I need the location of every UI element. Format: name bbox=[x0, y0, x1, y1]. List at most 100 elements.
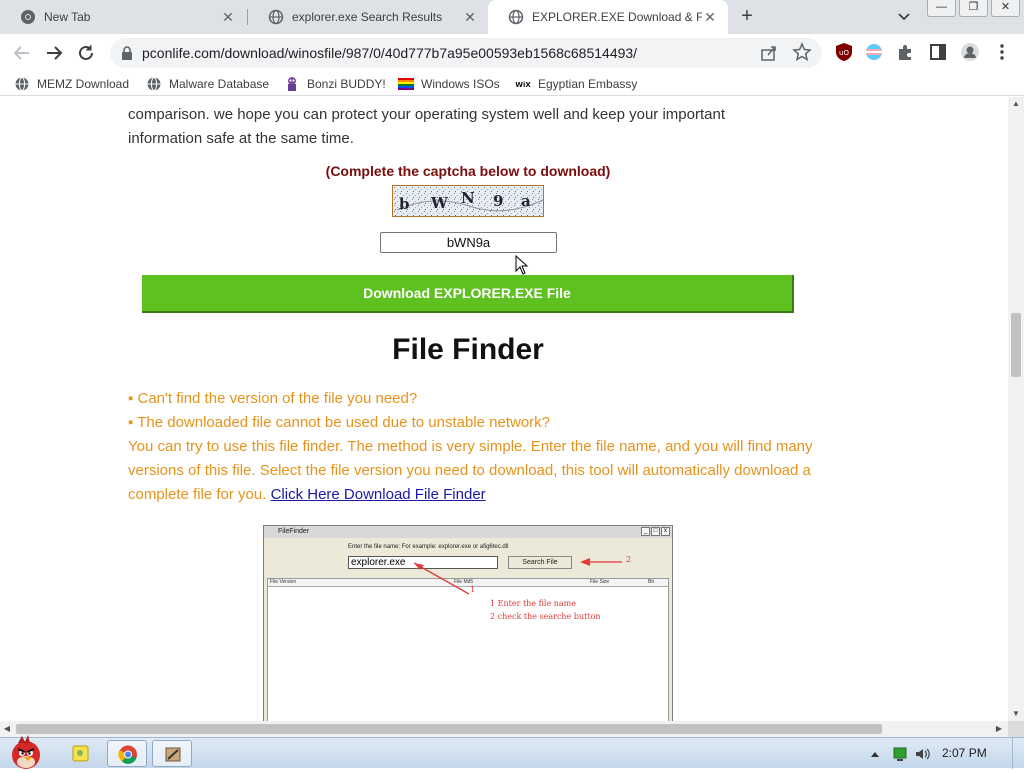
intro-paragraph: comparison. we hope you can protect your… bbox=[128, 103, 768, 151]
close-icon: x bbox=[661, 527, 670, 536]
annotation-step1: 1 Enter the file name bbox=[490, 599, 576, 608]
ublock-icon[interactable]: uO bbox=[834, 42, 854, 62]
bookmark-label: Egyptian Embassy bbox=[538, 77, 638, 91]
windows-flag-icon bbox=[398, 78, 414, 90]
file-finder-screenshot: FileFinder _ □ x Enter the file name: Fo… bbox=[263, 525, 673, 721]
download-file-finder-link[interactable]: Click Here Download File Finder bbox=[271, 486, 486, 503]
finder-description: You can try to use this file finder. The… bbox=[128, 435, 818, 507]
tab-explorer-download[interactable]: EXPLORER.EXE Download & Fix F ✕ bbox=[488, 0, 728, 34]
taskbar-app-chrome[interactable] bbox=[107, 740, 147, 767]
puzzle-extensions-icon[interactable] bbox=[896, 42, 916, 62]
bullet-item: ▪ Can't find the version of the file you… bbox=[128, 390, 418, 407]
tab-title: explorer.exe Search Results bbox=[292, 10, 443, 24]
annotation-number: 2 bbox=[626, 555, 632, 564]
bonzi-icon bbox=[288, 77, 296, 91]
lock-icon[interactable] bbox=[120, 45, 134, 61]
angry-bird-start-icon[interactable] bbox=[4, 734, 48, 770]
sticky-note-icon bbox=[72, 745, 89, 762]
captcha-char: W bbox=[431, 194, 448, 212]
globe-icon bbox=[147, 77, 161, 91]
scroll-down-arrow-icon[interactable]: ▼ bbox=[1008, 707, 1024, 721]
maximize-icon: □ bbox=[651, 527, 660, 536]
captcha-char: a bbox=[521, 192, 531, 210]
profile-avatar-icon[interactable] bbox=[960, 42, 980, 62]
close-window-button[interactable]: ✕ bbox=[991, 0, 1020, 17]
pride-flag-extension-icon[interactable] bbox=[864, 42, 884, 62]
bookmark-label: Bonzi BUDDY! bbox=[307, 77, 386, 91]
captcha-input[interactable]: bWN9a bbox=[380, 232, 557, 253]
kebab-menu-icon[interactable] bbox=[992, 42, 1012, 62]
minimize-button[interactable]: — bbox=[927, 0, 956, 17]
forward-arrow-icon[interactable] bbox=[42, 41, 66, 65]
tab-search-results[interactable]: explorer.exe Search Results ✕ bbox=[248, 0, 488, 34]
bookmarks-bar: MEMZ Download Malware Database Bonzi BUD… bbox=[0, 72, 1024, 96]
annotation-number: 1 bbox=[470, 585, 476, 594]
taskbar-app-tool[interactable] bbox=[152, 740, 192, 767]
address-bar[interactable]: pconlife.com/download/winosfile/987/0/40… bbox=[110, 38, 822, 68]
captcha-title: (Complete the captcha below to download) bbox=[325, 163, 611, 179]
back-arrow-icon[interactable] bbox=[10, 41, 34, 65]
new-tab-button[interactable]: + bbox=[736, 6, 758, 28]
bookmark-label: Malware Database bbox=[169, 77, 270, 91]
taskbar: 2:07 PM bbox=[0, 734, 1024, 770]
tab-title: New Tab bbox=[44, 10, 91, 24]
annotation-arrows bbox=[413, 558, 622, 595]
close-icon[interactable]: ✕ bbox=[220, 9, 236, 25]
bookmark-memz-download[interactable]: MEMZ Download bbox=[14, 75, 129, 93]
volume-icon[interactable] bbox=[914, 746, 930, 762]
url-text[interactable]: pconlife.com/download/winosfile/987/0/40… bbox=[142, 45, 637, 61]
bullet-item: ▪ The downloaded file cannot be used due… bbox=[128, 414, 551, 431]
side-panel-icon[interactable] bbox=[928, 42, 948, 62]
horizontal-scrollbar[interactable]: ◀ ▶ bbox=[0, 721, 1008, 737]
scrollbar-corner bbox=[1008, 721, 1024, 737]
intro-line: information safe at the same time. bbox=[128, 130, 354, 147]
page-viewport: comparison. we hope you can protect your… bbox=[0, 97, 1008, 721]
network-icon[interactable] bbox=[892, 746, 908, 762]
captcha-char: b bbox=[399, 195, 410, 213]
vertical-scroll-thumb[interactable] bbox=[1011, 313, 1021, 377]
restore-button[interactable]: ❐ bbox=[959, 0, 988, 17]
horizontal-scroll-thumb[interactable] bbox=[16, 724, 882, 734]
annotation-step2: 2 check the searche button bbox=[490, 612, 601, 621]
share-icon[interactable] bbox=[760, 44, 778, 62]
download-button[interactable]: Download EXPLORER.EXE File bbox=[142, 275, 794, 313]
minimize-icon: _ bbox=[641, 527, 650, 536]
bookmark-label: Windows ISOs bbox=[421, 77, 500, 91]
bookmark-label: MEMZ Download bbox=[37, 77, 130, 91]
bookmark-egyptian-embassy[interactable]: WiX Egyptian Embassy bbox=[515, 75, 637, 93]
svg-text:uO: uO bbox=[839, 49, 849, 57]
tray-expand-arrow-icon[interactable] bbox=[870, 746, 880, 762]
vertical-scrollbar[interactable]: ▲ ▼ bbox=[1008, 97, 1024, 721]
chrome-icon bbox=[21, 10, 35, 24]
intro-line: comparison. we hope you can protect your… bbox=[128, 106, 725, 123]
bookmark-bonzi-buddy[interactable]: Bonzi BUDDY! bbox=[284, 75, 386, 93]
mouse-cursor-icon bbox=[515, 255, 529, 275]
chevron-down-icon[interactable] bbox=[895, 9, 913, 25]
show-desktop-button[interactable] bbox=[1012, 738, 1024, 769]
screenshot-window-buttons: _ □ x bbox=[641, 527, 670, 536]
bookmark-star-icon[interactable] bbox=[792, 42, 812, 62]
captcha-char: N bbox=[461, 189, 475, 207]
wix-icon: WiX bbox=[515, 81, 531, 89]
globe-icon bbox=[508, 9, 524, 25]
globe-icon bbox=[268, 9, 284, 25]
captcha-char: 9 bbox=[493, 192, 504, 210]
scroll-up-arrow-icon[interactable]: ▲ bbox=[1008, 97, 1024, 111]
bookmark-windows-isos[interactable]: Windows ISOs bbox=[398, 75, 500, 93]
taskbar-clock[interactable]: 2:07 PM bbox=[942, 746, 987, 760]
close-icon[interactable]: ✕ bbox=[462, 9, 478, 25]
browser-toolbar: pconlife.com/download/winosfile/987/0/40… bbox=[0, 34, 1024, 72]
close-icon[interactable]: ✕ bbox=[702, 9, 718, 25]
app-icon bbox=[165, 747, 181, 762]
window-controls: — ❐ ✕ bbox=[927, 0, 1020, 17]
bookmark-malware-database[interactable]: Malware Database bbox=[146, 75, 269, 93]
captcha-image: b W N 9 a bbox=[392, 185, 544, 217]
file-finder-title: File Finder bbox=[392, 333, 544, 366]
file-finder-text: ▪ Can't find the version of the file you… bbox=[128, 387, 818, 507]
tab-title: EXPLORER.EXE Download & Fix F bbox=[532, 10, 702, 24]
scroll-right-arrow-icon[interactable]: ▶ bbox=[992, 721, 1006, 737]
tab-strip: New Tab ✕ explorer.exe Search Results ✕ … bbox=[0, 0, 1024, 34]
tab-new-tab[interactable]: New Tab ✕ bbox=[0, 0, 246, 34]
reload-icon[interactable] bbox=[74, 41, 98, 65]
taskbar-app-sticker[interactable] bbox=[60, 740, 100, 767]
